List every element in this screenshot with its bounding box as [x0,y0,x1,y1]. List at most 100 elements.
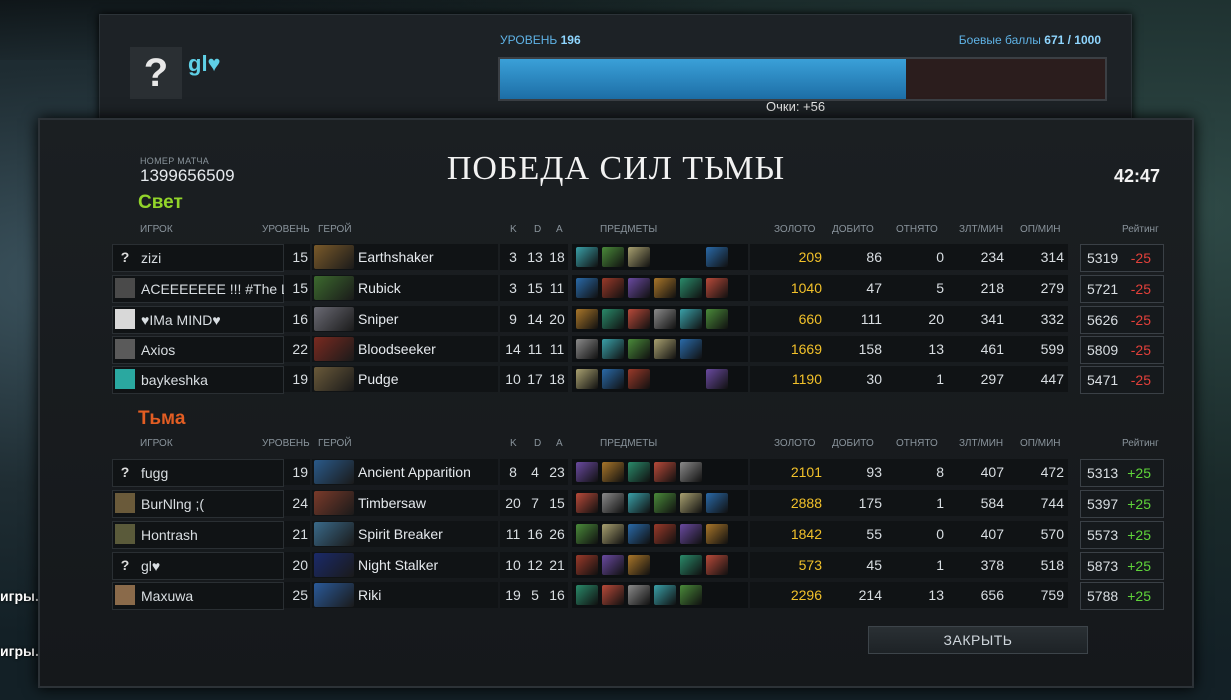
player-row[interactable]: ? gl♥ 20 Night Stalker 10 12 21 573 45 1 378 518 587… [112,552,1164,580]
player-row[interactable]: Maxuwa 25 Riki 19 5 16 2296 214 13 656 759 5788 +25 [112,582,1164,610]
item-icon[interactable] [680,278,702,298]
last-hits-value: 55 [826,521,886,547]
item-icon[interactable] [628,493,650,513]
item-icon[interactable] [706,278,728,298]
items-cell [572,459,748,485]
hero-cell[interactable]: Riki [312,582,498,608]
item-icon[interactable] [602,524,624,544]
avatar[interactable]: ? [130,47,182,99]
item-icon[interactable] [680,339,702,359]
item-icon[interactable] [706,309,728,329]
item-icon[interactable] [628,462,650,482]
player-cell[interactable]: ♥IMa MIND♥ [112,306,284,334]
player-cell[interactable]: Hontrash [112,521,284,549]
player-cell[interactable]: ? fugg [112,459,284,487]
xpm-value: 234 [948,244,1008,270]
player-cell[interactable]: ? gl♥ [112,552,284,580]
hero-cell[interactable]: Pudge [312,366,498,392]
item-icon[interactable] [654,462,676,482]
item-icon[interactable] [602,585,624,605]
item-icon[interactable] [628,339,650,359]
close-button[interactable]: ЗАКРЫТЬ [868,626,1088,654]
player-cell[interactable]: ? zizi [112,244,284,272]
hero-cell[interactable]: Sniper [312,306,498,332]
header-d: D [534,438,542,449]
player-row[interactable]: ACEEEEEEE !!! #The La 15 Rubick 3 15 11 1040 47… [112,275,1164,303]
rating-delta: +25 [1127,588,1151,604]
item-icon[interactable] [706,493,728,513]
item-icon[interactable] [628,247,650,267]
hero-cell[interactable]: Timbersaw [312,490,498,516]
rating-value: 5397 [1087,496,1119,512]
item-icon[interactable] [576,309,598,329]
player-row[interactable]: Axios 22 Bloodseeker 14 11 11 1669 158 13 461 599 5… [112,336,1164,364]
player-row[interactable]: BurNlng ;(24 Timbersaw 20 7 15 2888 175 1 584 744… [112,490,1164,518]
item-icon[interactable] [602,247,624,267]
hero-name: Spirit Breaker [358,526,443,542]
item-icon[interactable] [680,493,702,513]
player-cell[interactable]: ACEEEEEEE !!! #The La [112,275,286,303]
hero-cell[interactable]: Spirit Breaker [312,521,498,547]
denies-value: 8 [886,459,948,485]
item-icon[interactable] [680,524,702,544]
item-icon[interactable] [654,278,676,298]
item-icon[interactable] [628,585,650,605]
item-icon[interactable] [602,369,624,389]
item-icon[interactable] [602,309,624,329]
player-avatar-icon [115,309,135,329]
item-icon[interactable] [576,585,598,605]
player-row[interactable]: ? zizi 15 Earthshaker 3 13 18 209 86 0 234 314 5319-… [112,244,1164,272]
item-icon[interactable] [654,493,676,513]
player-row[interactable]: Hontrash 21 Spirit Breaker 11 16 26 1842 55 0 407… [112,521,1164,549]
item-icon[interactable] [706,247,728,267]
item-icon[interactable] [576,555,598,575]
item-icon[interactable] [680,555,702,575]
hero-cell[interactable]: Earthshaker [312,244,498,270]
item-icon[interactable] [706,555,728,575]
item-icon[interactable] [576,524,598,544]
item-icon[interactable] [680,585,702,605]
player-cell[interactable]: Maxuwa [112,582,284,610]
hero-cell[interactable]: Bloodseeker [312,336,498,362]
item-icon[interactable] [628,555,650,575]
item-icon[interactable] [680,462,702,482]
item-icon[interactable] [628,369,650,389]
item-icon[interactable] [706,369,728,389]
hero-cell[interactable]: Ancient Apparition [312,459,498,485]
header-a: A [556,438,563,449]
item-icon[interactable] [602,278,624,298]
hero-cell[interactable]: Rubick [312,275,498,301]
item-icon[interactable] [602,555,624,575]
item-icon[interactable] [680,309,702,329]
item-icon[interactable] [628,278,650,298]
item-icon[interactable] [654,309,676,329]
item-icon[interactable] [602,462,624,482]
item-icon[interactable] [576,339,598,359]
player-cell[interactable]: baykeshka [112,366,284,394]
item-icon[interactable] [576,369,598,389]
item-icon[interactable] [576,462,598,482]
player-row[interactable]: ? fugg 19 Ancient Apparition 8 4 23 2101 93 8 407 4… [112,459,1164,487]
stat-d: 5 [531,587,539,603]
item-icon[interactable] [654,524,676,544]
header-xpm: ЗЛТ/МИН [959,224,1004,235]
gpm-value: 759 [1008,582,1068,608]
item-icon[interactable] [654,585,676,605]
hero-cell[interactable]: Night Stalker [312,552,498,578]
item-icon[interactable] [654,339,676,359]
player-row[interactable]: baykeshka 19 Pudge 10 17 18 1190 30 1 297 447 5471-… [112,366,1164,394]
item-icon[interactable] [706,524,728,544]
denies-value: 1 [886,366,948,392]
item-icon[interactable] [576,278,598,298]
item-icon[interactable] [602,493,624,513]
player-name: Hontrash [141,527,198,543]
player-row[interactable]: ♥IMa MIND♥ 16 Sniper 9 14 20 660 111 20 341 332 562… [112,306,1164,334]
item-icon[interactable] [602,339,624,359]
player-cell[interactable]: Axios [112,336,284,364]
item-icon[interactable] [576,493,598,513]
player-level: 19 [284,459,310,485]
item-icon[interactable] [628,309,650,329]
item-icon[interactable] [628,524,650,544]
item-icon[interactable] [576,247,598,267]
player-cell[interactable]: BurNlng ;( [112,490,284,518]
